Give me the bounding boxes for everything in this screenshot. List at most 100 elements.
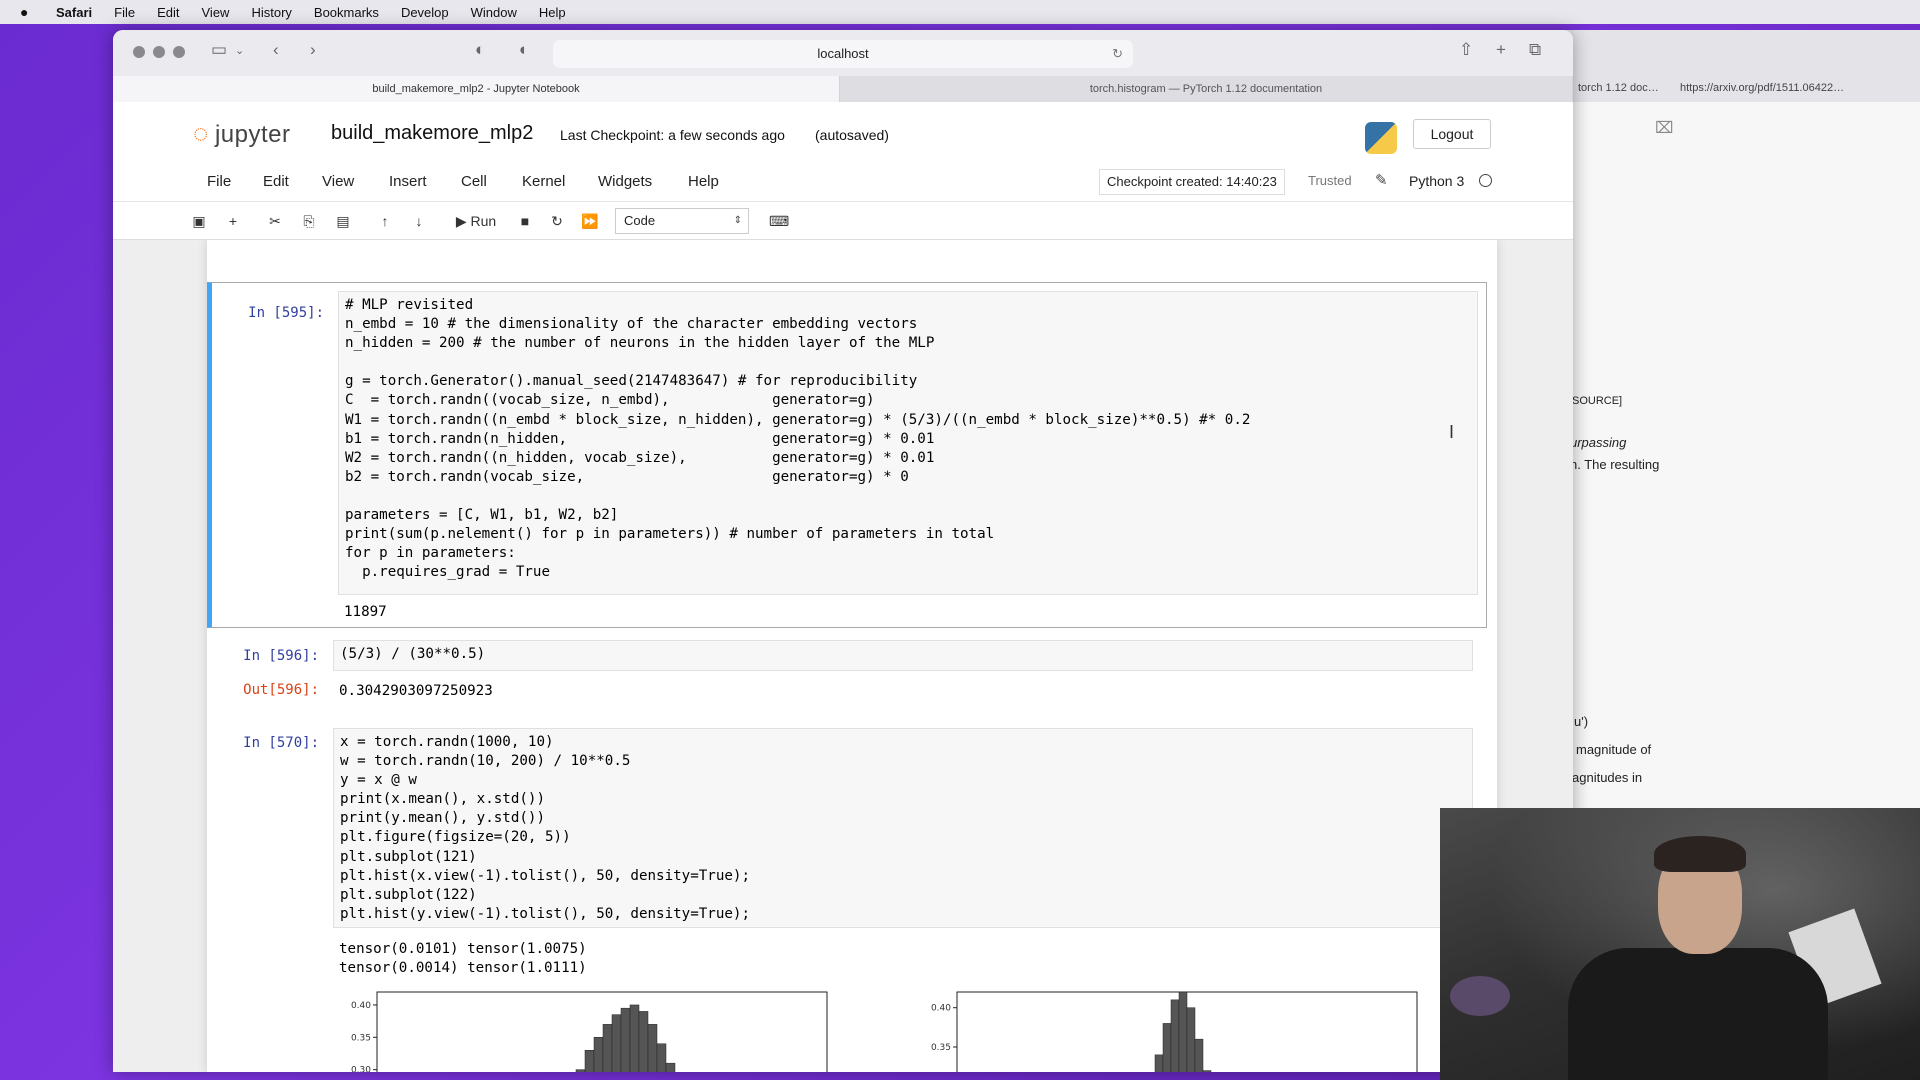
tab-overview-icon[interactable]: ⧉ [1529, 40, 1541, 60]
cut-icon[interactable]: ✂ [261, 208, 289, 234]
jmenu-kernel[interactable]: Kernel [522, 173, 565, 190]
notebook-page: In [595]: # MLP revisited n_embd = 10 # … [207, 240, 1497, 1072]
save-icon[interactable]: ▣ [185, 208, 213, 234]
back-icon[interactable]: ‹ [273, 40, 279, 60]
background-text-line: n. The resulting [1570, 457, 1660, 472]
y-tick-label: 0.40 [351, 1001, 371, 1011]
background-tab-docs[interactable]: torch 1.12 doc… [1578, 82, 1659, 94]
last-checkpoint: Last Checkpoint: a few seconds ago [560, 127, 785, 143]
sidebar-icon[interactable]: ▭ [211, 40, 227, 60]
url-text: localhost [817, 46, 869, 61]
input-prompt: In [570]: [243, 735, 319, 751]
apple-icon[interactable]: ● [20, 4, 38, 20]
keyboard-icon[interactable]: ⌨ [763, 208, 795, 234]
minimize-window-button[interactable] [153, 46, 165, 58]
text-cursor-icon: I [1449, 422, 1455, 442]
jupyter-menubar: File Edit View Insert Cell Kernel Widget… [113, 162, 1573, 202]
notebook-area: In [595]: # MLP revisited n_embd = 10 # … [113, 240, 1573, 1072]
menu-develop[interactable]: Develop [401, 5, 449, 20]
jmenu-widgets[interactable]: Widgets [598, 173, 652, 190]
histogram-bar [1194, 1038, 1204, 1072]
jmenu-view[interactable]: View [322, 173, 354, 190]
logout-button[interactable]: Logout [1413, 119, 1491, 149]
cell-type-value: Code [624, 213, 656, 228]
code-cell[interactable]: In [570]: x = torch.randn(1000, 10) w = … [207, 728, 1487, 1072]
copy-icon[interactable]: ⎘ [295, 208, 323, 234]
reload-icon[interactable]: ↻ [1112, 40, 1123, 68]
fast-forward-icon[interactable]: ⏩ [575, 208, 604, 234]
move-up-icon[interactable]: ↑ [371, 208, 399, 234]
tab-jupyter[interactable]: build_makemore_mlp2 - Jupyter Notebook [113, 76, 840, 102]
restart-icon[interactable]: ↻ [543, 208, 571, 234]
code-editor[interactable]: # MLP revisited n_embd = 10 # the dimens… [338, 291, 1478, 595]
code-text: # MLP revisited n_embd = 10 # the dimens… [345, 297, 1251, 581]
tab-pytorch-docs[interactable]: torch.histogram — PyTorch 1.12 documenta… [840, 76, 1573, 102]
share-icon[interactable]: ⇧ [1459, 40, 1473, 60]
jmenu-edit[interactable]: Edit [263, 173, 289, 190]
histogram-x-svg: 0.400.350.300.25 [351, 991, 828, 1072]
input-prompt: In [595]: [248, 305, 324, 321]
background-text-line: u') [1574, 714, 1589, 729]
code-editor[interactable]: (5/3) / (30**0.5) [333, 640, 1473, 671]
tab-label: torch.histogram — PyTorch 1.12 documenta… [1089, 83, 1323, 95]
new-tab-icon[interactable]: + [1496, 40, 1506, 60]
background-tab-arxiv[interactable]: https://arxiv.org/pdf/1511.06422… [1680, 82, 1844, 94]
histogram-bar [584, 1049, 595, 1072]
privacy-report-icon[interactable]: ◐ [475, 40, 485, 60]
jmenu-cell[interactable]: Cell [461, 173, 487, 190]
address-bar[interactable]: localhost ↻ [553, 40, 1133, 68]
shield-icon[interactable]: ◖ [517, 40, 527, 60]
jupyter-logo[interactable]: ◌ jupyter [193, 118, 291, 149]
background-text-line: agnitudes in [1572, 770, 1643, 785]
menu-window[interactable]: Window [471, 5, 517, 20]
histogram-bar [638, 1011, 649, 1072]
histogram-bar [647, 1024, 658, 1072]
background-text-line: magnitude of [1576, 742, 1652, 757]
histogram-bar [602, 1024, 613, 1072]
forward-icon[interactable]: › [310, 40, 316, 60]
run-button[interactable]: ▶ Run [446, 208, 506, 234]
jmenu-help[interactable]: Help [688, 173, 719, 190]
histogram-bar [656, 1043, 667, 1072]
zoom-window-button[interactable] [173, 46, 185, 58]
paste-icon[interactable]: ▤ [329, 208, 357, 234]
y-tick-label: 0.40 [931, 1004, 951, 1014]
safari-titlebar: ▭ ⌄ ‹ › ◐ ◖ localhost ↻ ⇧ + ⧉ build_make… [113, 30, 1573, 102]
menu-bookmarks[interactable]: Bookmarks [314, 5, 379, 20]
menu-safari[interactable]: Safari [56, 5, 92, 20]
histogram-bar [629, 1004, 640, 1072]
tab-bar: build_makemore_mlp2 - Jupyter Notebook t… [113, 76, 1573, 102]
insert-cell-icon[interactable]: + [219, 208, 247, 234]
macos-menubar: ● Safari File Edit View History Bookmark… [0, 0, 1920, 24]
chevron-down-icon[interactable]: ⌄ [235, 44, 244, 57]
kernel-name[interactable]: Python 3 [1409, 173, 1464, 189]
menu-history[interactable]: History [251, 5, 291, 20]
cell-type-select[interactable]: Code ⇕ [615, 208, 749, 234]
terminal-icon: ⌧ [1655, 120, 1674, 137]
jmenu-insert[interactable]: Insert [389, 173, 427, 190]
menu-view[interactable]: View [202, 5, 230, 20]
histogram-x: 0.400.350.300.25 [337, 984, 857, 1072]
menu-help[interactable]: Help [539, 5, 566, 20]
tab-label: build_makemore_mlp2 - Jupyter Notebook [372, 83, 580, 95]
python-logo-icon [1365, 122, 1397, 154]
stop-icon[interactable]: ■ [511, 208, 539, 234]
close-window-button[interactable] [133, 46, 145, 58]
menu-file[interactable]: File [114, 5, 135, 20]
move-down-icon[interactable]: ↓ [405, 208, 433, 234]
jmenu-file[interactable]: File [207, 173, 231, 190]
background-text-line: SOURCE] [1572, 395, 1623, 407]
code-text: (5/3) / (30**0.5) [340, 646, 486, 662]
histogram-bar [1162, 1023, 1172, 1072]
code-cell[interactable]: In [596]: (5/3) / (30**0.5) Out[596]: 0.… [207, 638, 1487, 714]
trusted-indicator[interactable]: Trusted [1308, 173, 1352, 188]
code-editor[interactable]: x = torch.randn(1000, 10) w = torch.rand… [333, 728, 1473, 928]
menu-edit[interactable]: Edit [157, 5, 179, 20]
output-prompt: Out[596]: [243, 682, 319, 698]
y-tick-label: 0.35 [931, 1043, 951, 1053]
code-text: x = torch.randn(1000, 10) w = torch.rand… [340, 734, 750, 922]
code-cell[interactable]: In [595]: # MLP revisited n_embd = 10 # … [207, 282, 1487, 628]
notebook-name[interactable]: build_makemore_mlp2 [331, 122, 533, 145]
histogram-bar [1154, 1054, 1164, 1072]
safari-window: ▭ ⌄ ‹ › ◐ ◖ localhost ↻ ⇧ + ⧉ build_make… [113, 30, 1573, 1072]
